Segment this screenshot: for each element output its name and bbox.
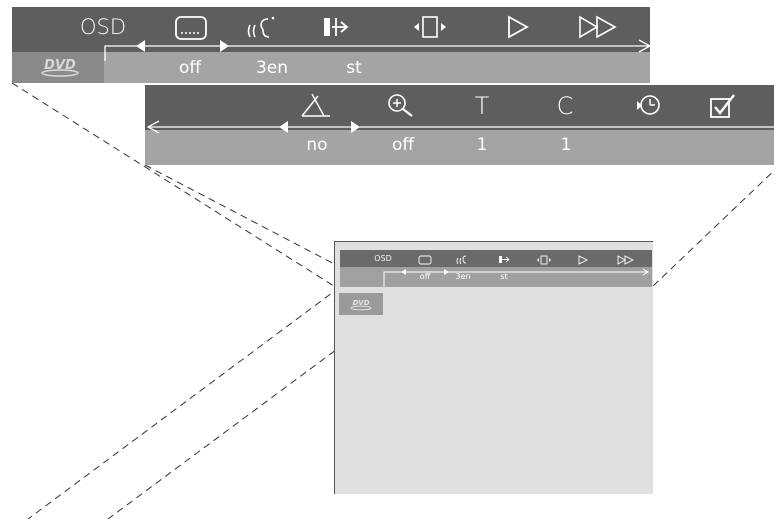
osd-label: OSD (79, 15, 127, 39)
subtitle-icon[interactable] (174, 15, 208, 41)
fast-forward-icon[interactable] (578, 14, 620, 40)
mini-subtitle-icon[interactable] (418, 255, 432, 265)
sound-mode-icon[interactable] (322, 14, 352, 40)
mini-audio-value: 3en (455, 272, 471, 281)
time-search-icon[interactable] (634, 92, 664, 120)
sound-value: st (346, 58, 362, 78)
dvd-logo-icon: DVD (41, 58, 79, 77)
chapter-value: 1 (560, 135, 572, 155)
mini-sound-value: st (500, 272, 508, 281)
angle-icon[interactable] (298, 90, 334, 120)
checkmark-icon[interactable] (708, 92, 738, 120)
angle-value: no (306, 135, 328, 155)
mini-dvd-logo-icon: DVD (350, 299, 372, 311)
zoom-value: off (391, 135, 415, 155)
mini-audio-language-icon[interactable] (455, 254, 469, 265)
zoom-icon[interactable] (386, 92, 418, 120)
mini-osd-label: OSD (374, 254, 392, 263)
mini-fast-forward-icon[interactable] (617, 255, 635, 265)
audio-value: 3en (255, 58, 289, 78)
mini-frame-step-icon[interactable] (536, 255, 552, 265)
audio-language-icon[interactable] (244, 13, 278, 41)
title-icon[interactable]: T (475, 94, 490, 118)
title-value: 1 (476, 135, 488, 155)
mini-subtitle-value: off (419, 272, 431, 281)
menu-scroll-line-2 (146, 120, 774, 134)
subtitle-value: off (178, 58, 202, 78)
play-icon[interactable] (506, 14, 530, 40)
chapter-icon[interactable]: C (557, 94, 574, 118)
mini-sound-mode-icon[interactable] (498, 254, 510, 265)
mini-play-icon[interactable] (578, 255, 588, 265)
frame-step-icon[interactable] (412, 14, 448, 40)
